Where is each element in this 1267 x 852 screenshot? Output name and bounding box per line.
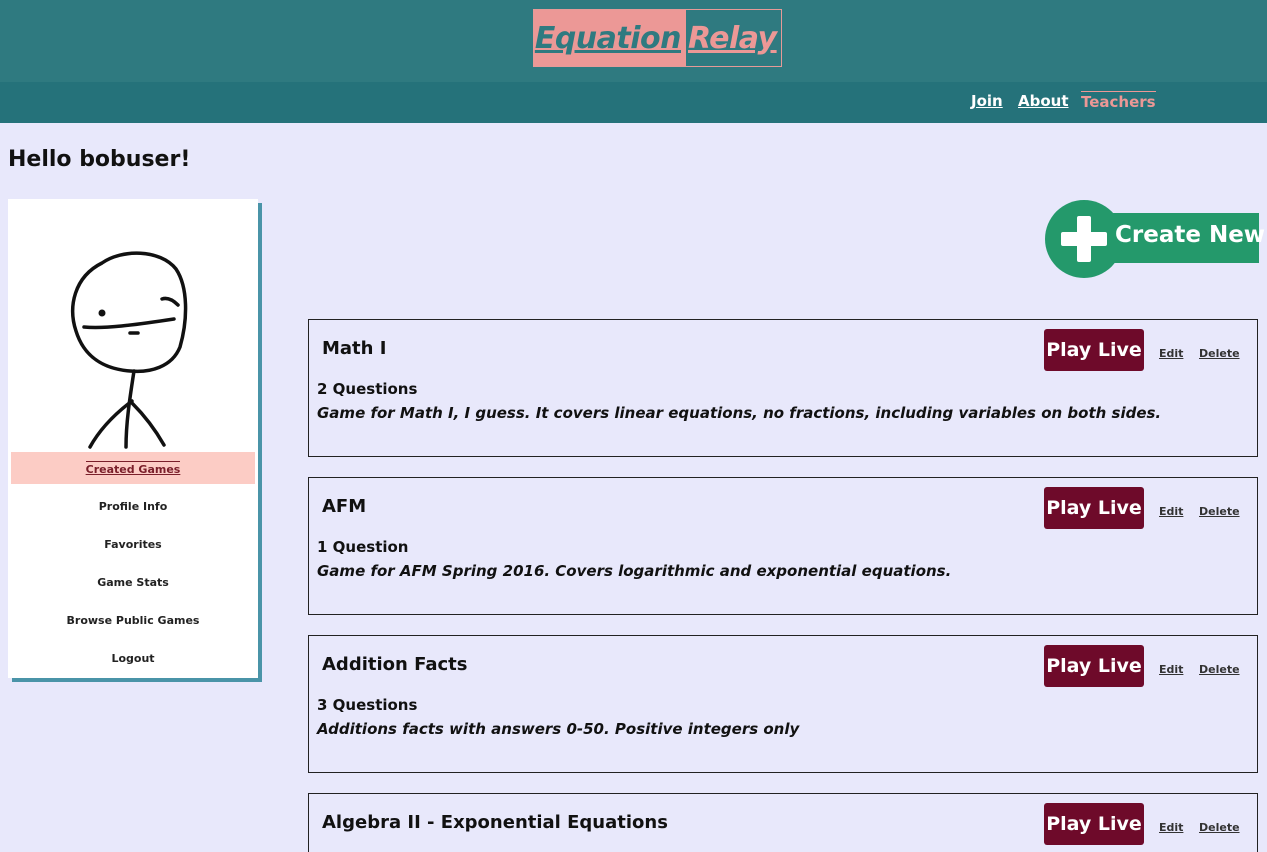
game-title: Math I [322, 338, 387, 359]
sidebar-item-label: Game Stats [97, 575, 169, 589]
play-live-button[interactable]: Play Live [1044, 645, 1144, 687]
logo-part-2: Relay [686, 10, 781, 66]
create-new-button[interactable]: Create New [1045, 200, 1265, 278]
delete-link[interactable]: Delete [1199, 347, 1240, 360]
edit-link[interactable]: Edit [1159, 663, 1183, 676]
question-count: 1 Question [317, 538, 409, 556]
sidebar: Created Games Profile Info Favorites Gam… [8, 199, 258, 678]
sidebar-item-logout[interactable]: Logout [11, 642, 255, 674]
delete-link[interactable]: Delete [1199, 505, 1240, 518]
logo-word-equation: Equation [534, 20, 682, 56]
question-count: 2 Questions [317, 380, 418, 398]
play-live-button[interactable]: Play Live [1044, 487, 1144, 529]
avatar [71, 251, 188, 449]
game-card: Addition Facts Play Live Edit Delete 3 Q… [308, 635, 1258, 773]
sidebar-item-label: Favorites [104, 537, 162, 551]
game-title: Algebra II - Exponential Equations [322, 812, 668, 833]
sidebar-item-created-games[interactable]: Created Games [11, 452, 255, 484]
sidebar-item-label: Created Games [85, 460, 181, 476]
sidebar-item-profile-info[interactable]: Profile Info [11, 490, 255, 522]
play-live-button[interactable]: Play Live [1044, 803, 1144, 845]
game-card: Math I Play Live Edit Delete 2 Questions… [308, 319, 1258, 457]
site-logo[interactable]: Equation Relay [533, 9, 782, 67]
create-new-label: Create New [1115, 222, 1266, 248]
game-title: Addition Facts [322, 654, 468, 675]
greeting-heading: Hello bobuser! [8, 147, 191, 172]
game-description: Game for Math I, I guess. It covers line… [317, 404, 1162, 422]
game-title: AFM [322, 496, 367, 517]
edit-link[interactable]: Edit [1159, 505, 1183, 518]
sidebar-item-game-stats[interactable]: Game Stats [11, 566, 255, 598]
game-card: AFM Play Live Edit Delete 1 Question Gam… [308, 477, 1258, 615]
nav-link-about[interactable]: About [1018, 92, 1069, 110]
game-card: Algebra II - Exponential Equations Play … [308, 793, 1258, 852]
game-description: Game for AFM Spring 2016. Covers logarit… [317, 562, 952, 580]
game-description: Additions facts with answers 0-50. Posit… [317, 720, 800, 738]
sidebar-item-favorites[interactable]: Favorites [11, 528, 255, 560]
play-live-button[interactable]: Play Live [1044, 329, 1144, 371]
edit-link[interactable]: Edit [1159, 347, 1183, 360]
sidebar-item-label: Profile Info [98, 499, 168, 513]
logo-part-1: Equation [534, 10, 686, 66]
sidebar-item-label: Logout [111, 651, 155, 665]
question-count: 3 Questions [317, 696, 418, 714]
edit-link[interactable]: Edit [1159, 821, 1183, 834]
nav-link-join[interactable]: Join [971, 92, 1003, 110]
sidebar-item-label: Browse Public Games [66, 613, 200, 627]
nav-bar: Join About Teachers [0, 82, 1267, 123]
nav-link-teachers[interactable]: Teachers [1081, 91, 1156, 111]
logo-word-relay: Relay [688, 20, 777, 56]
site-header: Equation Relay [0, 0, 1267, 82]
sidebar-item-browse-public-games[interactable]: Browse Public Games [11, 604, 255, 636]
delete-link[interactable]: Delete [1199, 663, 1240, 676]
delete-link[interactable]: Delete [1199, 821, 1240, 834]
